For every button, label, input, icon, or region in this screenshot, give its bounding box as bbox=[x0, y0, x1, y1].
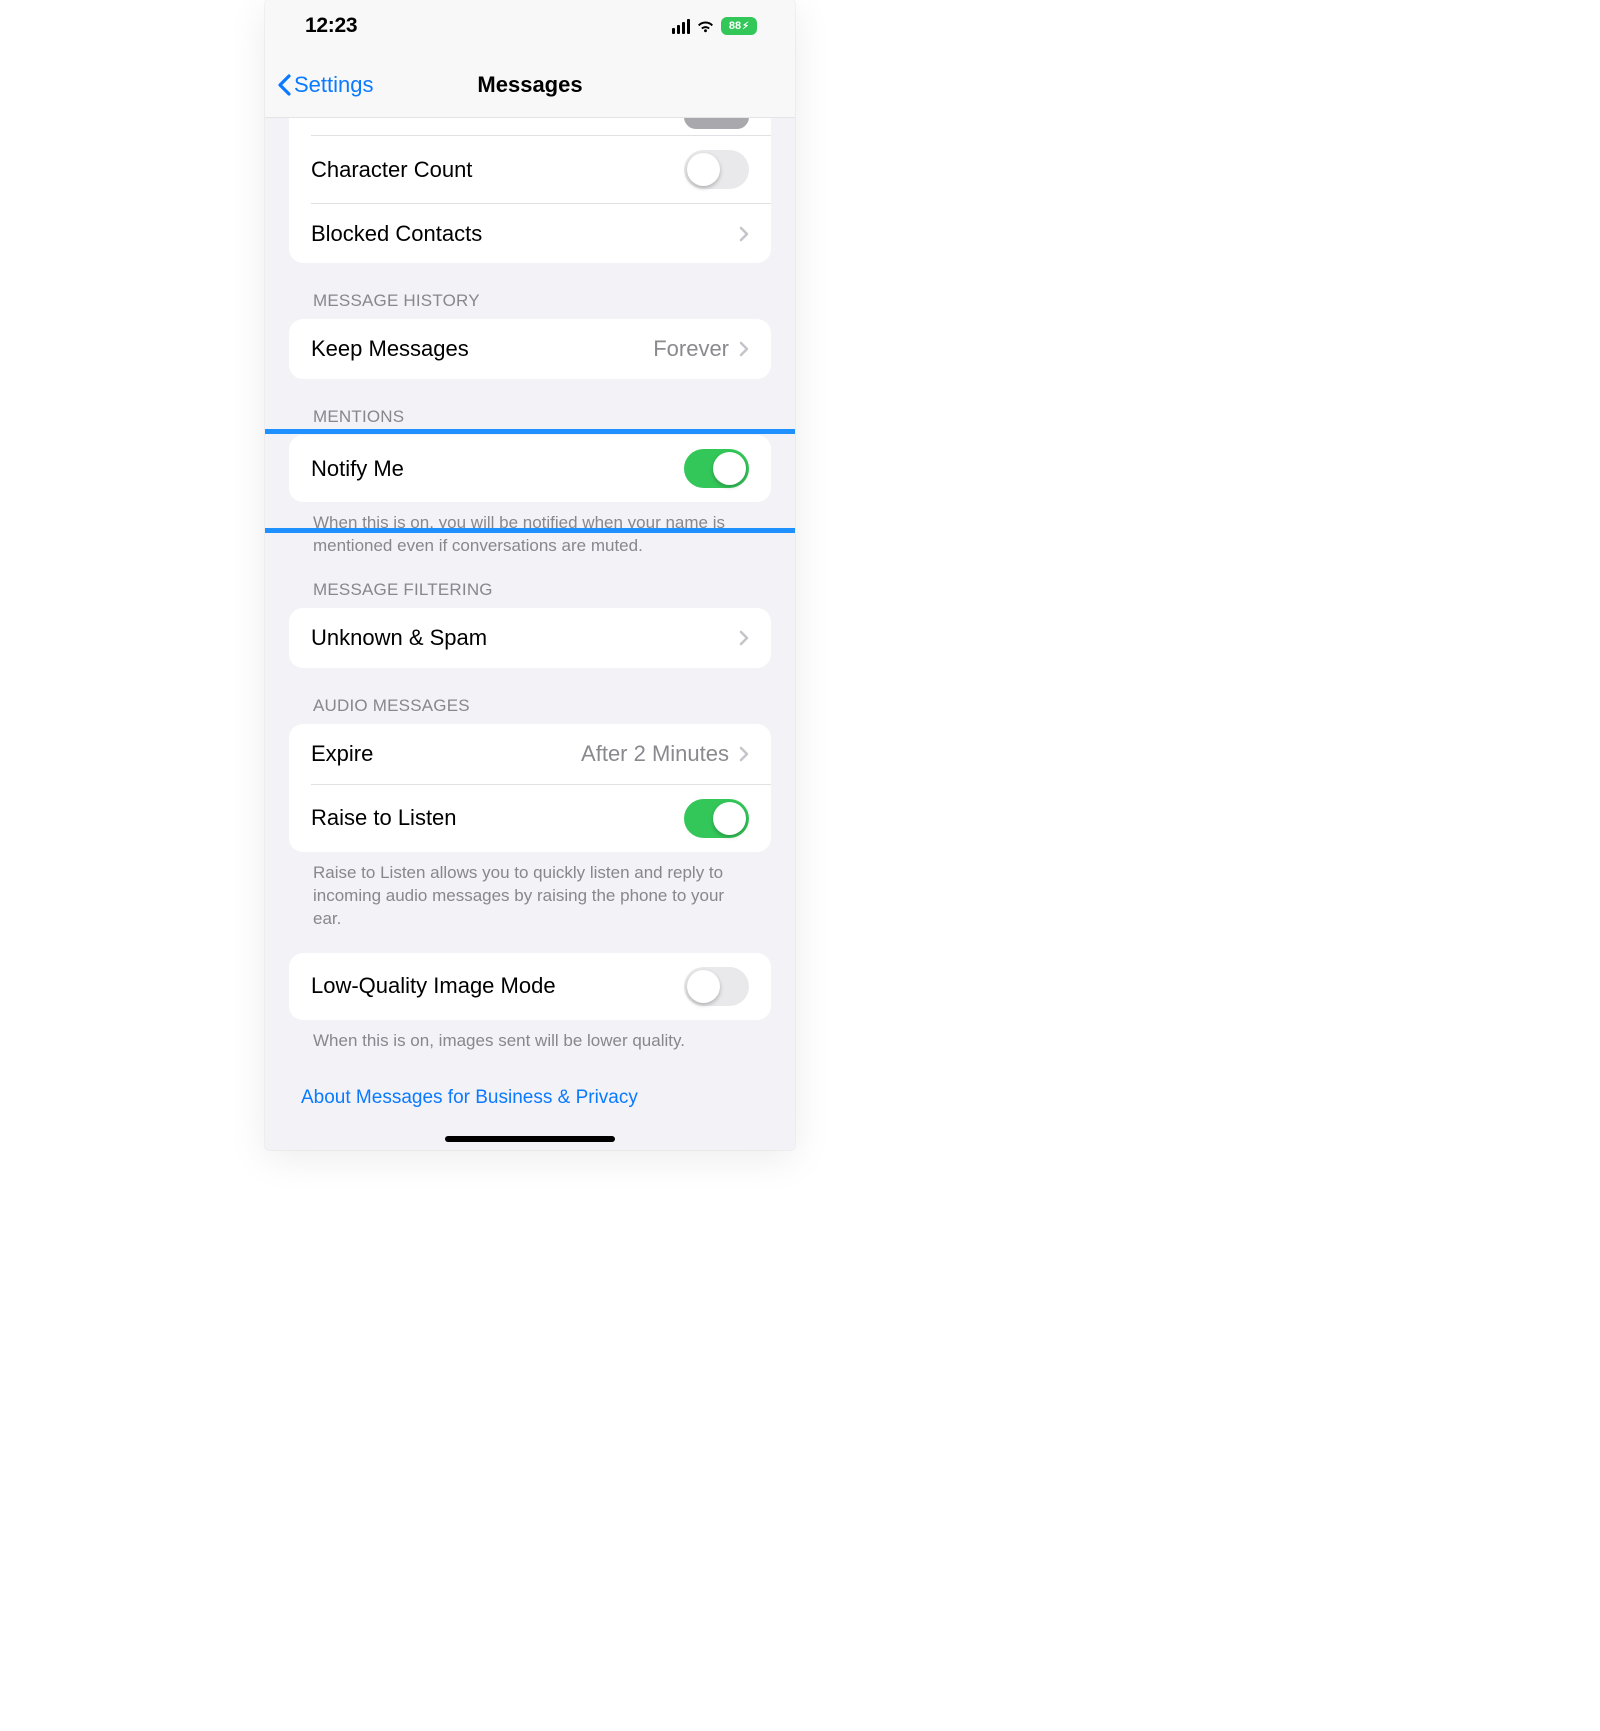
wifi-icon bbox=[696, 19, 715, 33]
settings-group-mentions: Notify Me bbox=[289, 435, 771, 502]
row-unknown-spam[interactable]: Unknown & Spam bbox=[289, 608, 771, 668]
status-time: 12:23 bbox=[305, 14, 357, 38]
settings-group-message-history: Keep Messages Forever bbox=[289, 319, 771, 379]
about-messages-link[interactable]: About Messages for Business & Privacy bbox=[265, 1057, 795, 1119]
settings-group-top: Character Count Blocked Contacts bbox=[289, 118, 771, 263]
status-bar: 12:23 88⚡︎ bbox=[265, 0, 795, 52]
row-label: Blocked Contacts bbox=[311, 221, 739, 247]
row-label: Unknown & Spam bbox=[311, 625, 739, 651]
phone-frame: 12:23 88⚡︎ Settings Messages bbox=[265, 0, 795, 1150]
detail-value: Forever bbox=[653, 336, 729, 362]
status-indicators: 88⚡︎ bbox=[672, 17, 758, 35]
row-character-count[interactable]: Character Count bbox=[289, 136, 771, 203]
section-header-message-history: MESSAGE HISTORY bbox=[265, 263, 795, 319]
toggle-character-count[interactable] bbox=[684, 150, 749, 189]
back-button[interactable]: Settings bbox=[277, 52, 374, 117]
navigation-bar: Settings Messages bbox=[265, 52, 795, 118]
row-label: Character Count bbox=[311, 157, 684, 183]
row-expire[interactable]: Expire After 2 Minutes bbox=[289, 724, 771, 784]
toggle-notify-me[interactable] bbox=[684, 449, 749, 488]
home-indicator[interactable] bbox=[445, 1136, 615, 1142]
row-label: Notify Me bbox=[311, 456, 684, 482]
section-header-message-filtering: MESSAGE FILTERING bbox=[265, 562, 795, 608]
cellular-signal-icon bbox=[672, 19, 691, 34]
row-keep-messages[interactable]: Keep Messages Forever bbox=[289, 319, 771, 379]
battery-indicator: 88⚡︎ bbox=[721, 17, 757, 35]
row-notify-me[interactable]: Notify Me bbox=[289, 435, 771, 502]
chevron-right-icon bbox=[739, 630, 749, 646]
chevron-right-icon bbox=[739, 746, 749, 762]
section-footer-audio-messages: Raise to Listen allows you to quickly li… bbox=[265, 852, 795, 935]
section-header-mentions: MENTIONS bbox=[265, 379, 795, 435]
section-footer-mentions: When this is on, you will be notified wh… bbox=[265, 502, 795, 562]
chevron-right-icon bbox=[739, 226, 749, 242]
row-label: Expire bbox=[311, 741, 581, 767]
section-header-audio-messages: AUDIO MESSAGES bbox=[265, 668, 795, 724]
section-footer-low-quality: When this is on, images sent will be low… bbox=[265, 1020, 795, 1057]
row-blocked-contacts[interactable]: Blocked Contacts bbox=[311, 203, 771, 263]
detail-value: After 2 Minutes bbox=[581, 741, 729, 767]
row-label: Low-Quality Image Mode bbox=[311, 973, 684, 999]
row-raise-to-listen[interactable]: Raise to Listen bbox=[311, 784, 771, 852]
page-title: Messages bbox=[477, 72, 582, 98]
partial-toggle bbox=[684, 118, 749, 129]
settings-group-message-filtering: Unknown & Spam bbox=[289, 608, 771, 668]
row-low-quality-image-mode[interactable]: Low-Quality Image Mode bbox=[289, 953, 771, 1020]
settings-group-low-quality: Low-Quality Image Mode bbox=[289, 953, 771, 1020]
back-label: Settings bbox=[294, 72, 374, 98]
toggle-low-quality[interactable] bbox=[684, 967, 749, 1006]
settings-content: Character Count Blocked Contacts MESSAGE… bbox=[265, 118, 795, 1119]
partial-row bbox=[311, 118, 771, 136]
battery-level: 88 bbox=[729, 20, 741, 32]
chevron-right-icon bbox=[739, 341, 749, 357]
row-label: Keep Messages bbox=[311, 336, 653, 362]
row-label: Raise to Listen bbox=[311, 805, 684, 831]
toggle-raise-to-listen[interactable] bbox=[684, 799, 749, 838]
chevron-left-icon bbox=[277, 74, 292, 96]
settings-group-audio-messages: Expire After 2 Minutes Raise to Listen bbox=[289, 724, 771, 852]
charging-icon: ⚡︎ bbox=[742, 21, 749, 32]
